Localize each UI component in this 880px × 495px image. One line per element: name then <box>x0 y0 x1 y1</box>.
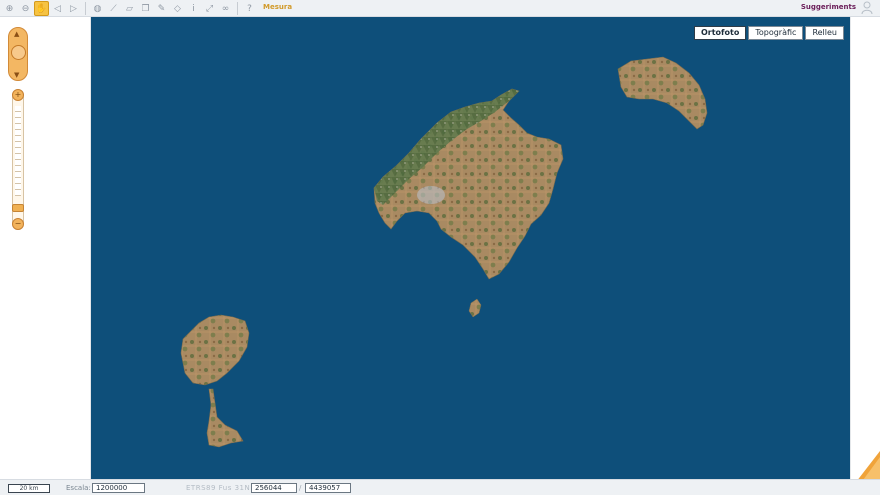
formentera-island <box>206 388 244 448</box>
eraser-icon[interactable]: ◇ <box>170 1 185 16</box>
measure-area-icon[interactable]: ▱ <box>122 1 137 16</box>
suggestions-link[interactable]: Suggeriments <box>801 3 856 11</box>
right-panel <box>850 17 880 479</box>
user-icon[interactable] <box>861 1 873 15</box>
layer-ortofoto-button[interactable]: Ortofoto <box>693 26 747 40</box>
zoom-out-button[interactable]: − <box>12 218 24 230</box>
coordinate-system-label: ETRS89 Fus 31N <box>186 484 251 492</box>
pan-hand-tool-icon[interactable]: ✋ <box>34 1 49 16</box>
zoom-next-icon[interactable]: ▷ <box>66 1 81 16</box>
layer-topografic-button[interactable]: Topogràfic <box>748 26 804 40</box>
ibiza-island <box>180 314 250 386</box>
toolbar-separator <box>237 2 238 15</box>
cabrera-island <box>468 298 482 318</box>
pan-down-icon[interactable]: ▼ <box>14 71 19 79</box>
pan-control[interactable]: ▲ ▼ <box>8 27 28 81</box>
zoom-slider[interactable]: + − <box>12 89 24 230</box>
toolbar: ⊕ ⊖ ✋ ◁ ▷ ◍ ⟋ ▱ ❐ ✎ ◇ i ⤢ ∞? Mesura Suggeriments <box>0 0 880 17</box>
zoom-in-tool-icon[interactable]: ⊕ <box>2 1 17 16</box>
measure-link[interactable]: Mesura <box>263 3 292 11</box>
pencil-icon[interactable]: ✎ <box>154 1 169 16</box>
zoom-slider-thumb[interactable] <box>12 204 24 212</box>
layer-switcher: Ortofoto Topogràfic Relleu <box>693 26 844 40</box>
pan-center-icon[interactable] <box>11 45 26 60</box>
layer-relleu-button[interactable]: Relleu <box>805 26 844 40</box>
zoom-out-tool-icon[interactable]: ⊖ <box>18 1 33 16</box>
copy-icon[interactable]: ❐ <box>138 1 153 16</box>
menorca-island <box>617 56 708 130</box>
coordinate-separator: / <box>299 484 302 492</box>
zoom-previous-icon[interactable]: ◁ <box>50 1 65 16</box>
toolbar-separator <box>85 2 86 15</box>
scale-label: Escala: <box>66 484 91 492</box>
pan-up-icon[interactable]: ▲ <box>14 30 19 38</box>
y-coordinate-field: 4439057 <box>305 483 351 493</box>
toolbar-tools: ⊕ ⊖ ✋ ◁ ▷ ◍ ⟋ ▱ ❐ ✎ ◇ i ⤢ ∞? <box>2 1 257 16</box>
zoom-in-button[interactable]: + <box>12 89 24 101</box>
map-viewer-app: ⊕ ⊖ ✋ ◁ ▷ ◍ ⟋ ▱ ❐ ✎ ◇ i ⤢ ∞? Mesura Suggeriments ▲ ▼ … <box>0 0 880 495</box>
palma-city-area <box>417 186 445 204</box>
status-bar: 20 km Escala: 1200000 ETRS89 Fus 31N 256… <box>0 479 880 495</box>
link-icon[interactable]: ∞ <box>218 1 233 16</box>
zoom-ticks <box>15 106 21 196</box>
x-coordinate-field: 256044 <box>251 483 297 493</box>
map-imagery <box>180 56 708 448</box>
navigation-panel: ▲ ▼ + − <box>0 17 91 479</box>
globe-icon[interactable]: ◍ <box>90 1 105 16</box>
map-canvas[interactable]: Ortofoto Topogràfic Relleu <box>91 17 850 479</box>
measure-line-icon[interactable]: ⟋ <box>106 1 121 16</box>
scale-bar: 20 km <box>8 484 50 493</box>
scale-input[interactable]: 1200000 <box>92 483 145 493</box>
full-extent-icon[interactable]: ⤢ <box>202 1 217 16</box>
info-icon[interactable]: i <box>186 1 201 16</box>
help-icon[interactable]: ? <box>242 1 257 16</box>
